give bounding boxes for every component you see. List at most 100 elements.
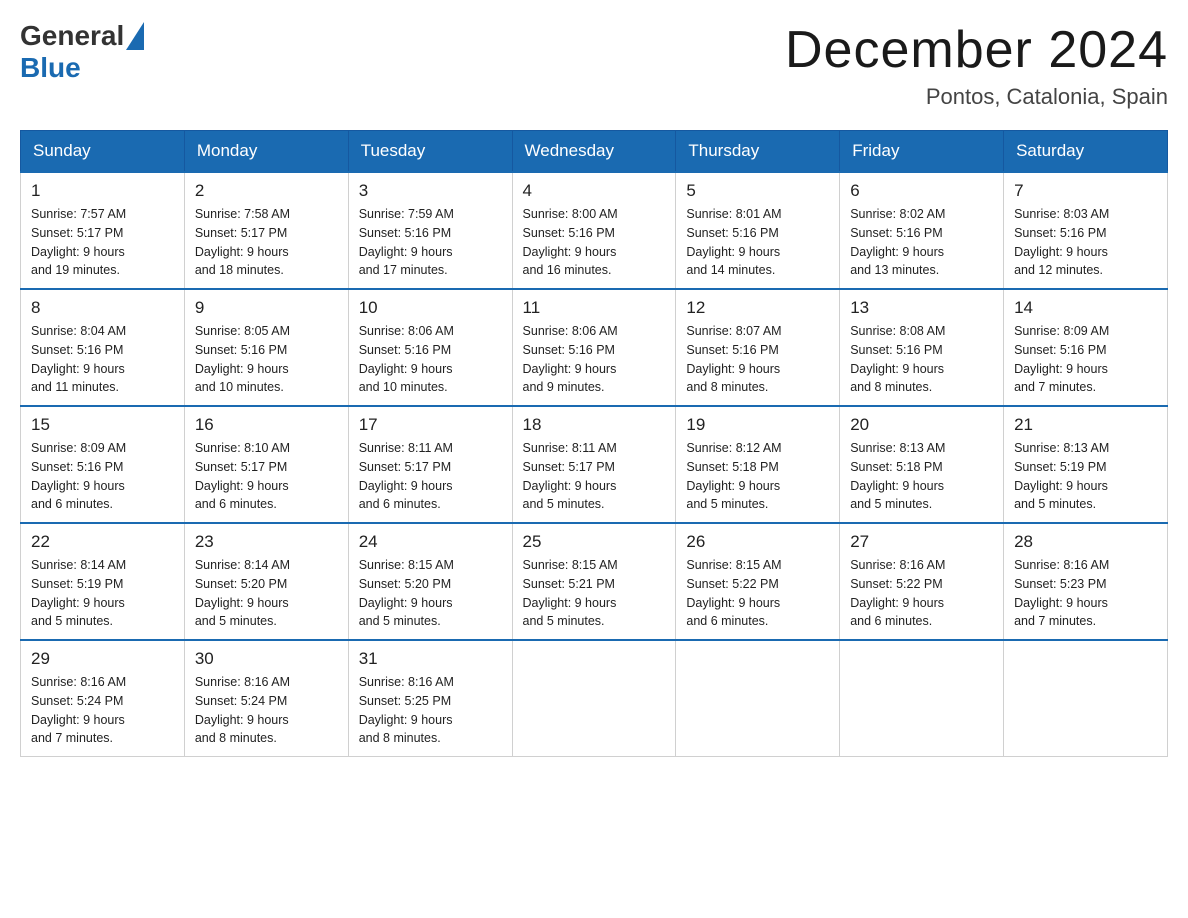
day-cell-19: 19 Sunrise: 8:12 AMSunset: 5:18 PMDayligh… — [676, 406, 840, 523]
day-cell-16: 16 Sunrise: 8:10 AMSunset: 5:17 PMDayligh… — [184, 406, 348, 523]
day-number: 15 — [31, 415, 174, 435]
day-number: 22 — [31, 532, 174, 552]
empty-cell — [676, 640, 840, 757]
header-cell-tuesday: Tuesday — [348, 131, 512, 173]
day-cell-22: 22Sunrise: 8:14 AMSunset: 5:19 PMDayligh… — [21, 523, 185, 640]
empty-cell — [840, 640, 1004, 757]
day-info: Sunrise: 8:01 AMSunset: 5:16 PMDaylight:… — [686, 205, 829, 280]
day-cell-3: 3 Sunrise: 7:59 AMSunset: 5:16 PMDaylight… — [348, 172, 512, 289]
day-cell-18: 18 Sunrise: 8:11 AMSunset: 5:17 PMDayligh… — [512, 406, 676, 523]
empty-cell — [512, 640, 676, 757]
day-cell-31: 31Sunrise: 8:16 AMSunset: 5:25 PMDayligh… — [348, 640, 512, 757]
day-cell-27: 27 Sunrise: 8:16 AMSunset: 5:22 PMDayligh… — [840, 523, 1004, 640]
day-cell-2: 2Sunrise: 7:58 AMSunset: 5:17 PMDaylight… — [184, 172, 348, 289]
day-info: Sunrise: 8:07 AMSunset: 5:16 PMDaylight:… — [686, 322, 829, 397]
calendar-header: SundayMondayTuesdayWednesdayThursdayFrid… — [21, 131, 1168, 173]
day-cell-7: 7Sunrise: 8:03 AMSunset: 5:16 PMDaylight… — [1004, 172, 1168, 289]
day-info: Sunrise: 8:09 AMSunset: 5:16 PMDaylight:… — [31, 439, 174, 514]
day-cell-6: 6 Sunrise: 8:02 AMSunset: 5:16 PMDaylight… — [840, 172, 1004, 289]
day-number: 17 — [359, 415, 502, 435]
day-info: Sunrise: 8:09 AMSunset: 5:16 PMDaylight:… — [1014, 322, 1157, 397]
day-number: 27 — [850, 532, 993, 552]
day-cell-25: 25Sunrise: 8:15 AMSunset: 5:21 PMDayligh… — [512, 523, 676, 640]
day-info: Sunrise: 8:16 AMSunset: 5:24 PMDaylight:… — [31, 673, 174, 748]
day-cell-23: 23 Sunrise: 8:14 AMSunset: 5:20 PMDayligh… — [184, 523, 348, 640]
day-number: 19 — [686, 415, 829, 435]
day-info: Sunrise: 8:15 AMSunset: 5:20 PMDaylight:… — [359, 556, 502, 631]
day-info: Sunrise: 7:57 AMSunset: 5:17 PMDaylight:… — [31, 205, 174, 280]
day-info: Sunrise: 8:08 AMSunset: 5:16 PMDaylight:… — [850, 322, 993, 397]
header-cell-friday: Friday — [840, 131, 1004, 173]
week-row-5: 29 Sunrise: 8:16 AMSunset: 5:24 PMDayligh… — [21, 640, 1168, 757]
day-info: Sunrise: 8:16 AMSunset: 5:24 PMDaylight:… — [195, 673, 338, 748]
day-info: Sunrise: 8:06 AMSunset: 5:16 PMDaylight:… — [359, 322, 502, 397]
day-number: 10 — [359, 298, 502, 318]
day-cell-8: 8Sunrise: 8:04 AMSunset: 5:16 PMDaylight… — [21, 289, 185, 406]
calendar-subtitle: Pontos, Catalonia, Spain — [785, 84, 1168, 110]
day-info: Sunrise: 8:02 AMSunset: 5:16 PMDaylight:… — [850, 205, 993, 280]
logo-blue-text: Blue — [20, 52, 81, 84]
day-number: 20 — [850, 415, 993, 435]
day-number: 4 — [523, 181, 666, 201]
calendar-body: 1 Sunrise: 7:57 AMSunset: 5:17 PMDaylight… — [21, 172, 1168, 757]
day-cell-4: 4 Sunrise: 8:00 AMSunset: 5:16 PMDaylight… — [512, 172, 676, 289]
title-block: December 2024 Pontos, Catalonia, Spain — [785, 20, 1168, 110]
day-cell-13: 13 Sunrise: 8:08 AMSunset: 5:16 PMDayligh… — [840, 289, 1004, 406]
day-cell-15: 15 Sunrise: 8:09 AMSunset: 5:16 PMDayligh… — [21, 406, 185, 523]
day-number: 9 — [195, 298, 338, 318]
day-cell-12: 12Sunrise: 8:07 AMSunset: 5:16 PMDayligh… — [676, 289, 840, 406]
header-cell-monday: Monday — [184, 131, 348, 173]
header-row: SundayMondayTuesdayWednesdayThursdayFrid… — [21, 131, 1168, 173]
day-info: Sunrise: 8:10 AMSunset: 5:17 PMDaylight:… — [195, 439, 338, 514]
day-number: 26 — [686, 532, 829, 552]
day-info: Sunrise: 8:03 AMSunset: 5:16 PMDaylight:… — [1014, 205, 1157, 280]
day-info: Sunrise: 8:12 AMSunset: 5:18 PMDaylight:… — [686, 439, 829, 514]
day-cell-24: 24 Sunrise: 8:15 AMSunset: 5:20 PMDayligh… — [348, 523, 512, 640]
day-info: Sunrise: 8:11 AMSunset: 5:17 PMDaylight:… — [359, 439, 502, 514]
day-number: 18 — [523, 415, 666, 435]
day-cell-29: 29 Sunrise: 8:16 AMSunset: 5:24 PMDayligh… — [21, 640, 185, 757]
header-cell-sunday: Sunday — [21, 131, 185, 173]
day-number: 3 — [359, 181, 502, 201]
day-info: Sunrise: 8:06 AMSunset: 5:16 PMDaylight:… — [523, 322, 666, 397]
day-number: 21 — [1014, 415, 1157, 435]
day-number: 16 — [195, 415, 338, 435]
day-info: Sunrise: 8:16 AMSunset: 5:22 PMDaylight:… — [850, 556, 993, 631]
logo: General Blue — [20, 20, 144, 84]
day-info: Sunrise: 8:14 AMSunset: 5:20 PMDaylight:… — [195, 556, 338, 631]
empty-cell — [1004, 640, 1168, 757]
logo-triangle-icon — [126, 22, 144, 50]
week-row-3: 15 Sunrise: 8:09 AMSunset: 5:16 PMDayligh… — [21, 406, 1168, 523]
day-number: 30 — [195, 649, 338, 669]
header-cell-thursday: Thursday — [676, 131, 840, 173]
day-cell-28: 28 Sunrise: 8:16 AMSunset: 5:23 PMDayligh… — [1004, 523, 1168, 640]
day-info: Sunrise: 8:16 AMSunset: 5:23 PMDaylight:… — [1014, 556, 1157, 631]
page-header: General Blue December 2024 Pontos, Catal… — [20, 20, 1168, 110]
day-cell-20: 20 Sunrise: 8:13 AMSunset: 5:18 PMDayligh… — [840, 406, 1004, 523]
day-info: Sunrise: 8:05 AMSunset: 5:16 PMDaylight:… — [195, 322, 338, 397]
day-number: 23 — [195, 532, 338, 552]
header-cell-wednesday: Wednesday — [512, 131, 676, 173]
day-info: Sunrise: 8:13 AMSunset: 5:18 PMDaylight:… — [850, 439, 993, 514]
day-cell-30: 30 Sunrise: 8:16 AMSunset: 5:24 PMDayligh… — [184, 640, 348, 757]
day-number: 25 — [523, 532, 666, 552]
day-number: 13 — [850, 298, 993, 318]
day-number: 31 — [359, 649, 502, 669]
day-info: Sunrise: 7:59 AMSunset: 5:16 PMDaylight:… — [359, 205, 502, 280]
day-number: 29 — [31, 649, 174, 669]
day-number: 24 — [359, 532, 502, 552]
day-number: 1 — [31, 181, 174, 201]
day-cell-14: 14Sunrise: 8:09 AMSunset: 5:16 PMDayligh… — [1004, 289, 1168, 406]
day-cell-5: 5Sunrise: 8:01 AMSunset: 5:16 PMDaylight… — [676, 172, 840, 289]
day-info: Sunrise: 8:04 AMSunset: 5:16 PMDaylight:… — [31, 322, 174, 397]
day-info: Sunrise: 8:11 AMSunset: 5:17 PMDaylight:… — [523, 439, 666, 514]
day-info: Sunrise: 8:00 AMSunset: 5:16 PMDaylight:… — [523, 205, 666, 280]
day-cell-21: 21 Sunrise: 8:13 AMSunset: 5:19 PMDayligh… — [1004, 406, 1168, 523]
day-info: Sunrise: 8:13 AMSunset: 5:19 PMDaylight:… — [1014, 439, 1157, 514]
day-number: 28 — [1014, 532, 1157, 552]
day-info: Sunrise: 7:58 AMSunset: 5:17 PMDaylight:… — [195, 205, 338, 280]
week-row-2: 8Sunrise: 8:04 AMSunset: 5:16 PMDaylight… — [21, 289, 1168, 406]
calendar-title: December 2024 — [785, 20, 1168, 80]
day-number: 11 — [523, 298, 666, 318]
day-number: 6 — [850, 181, 993, 201]
